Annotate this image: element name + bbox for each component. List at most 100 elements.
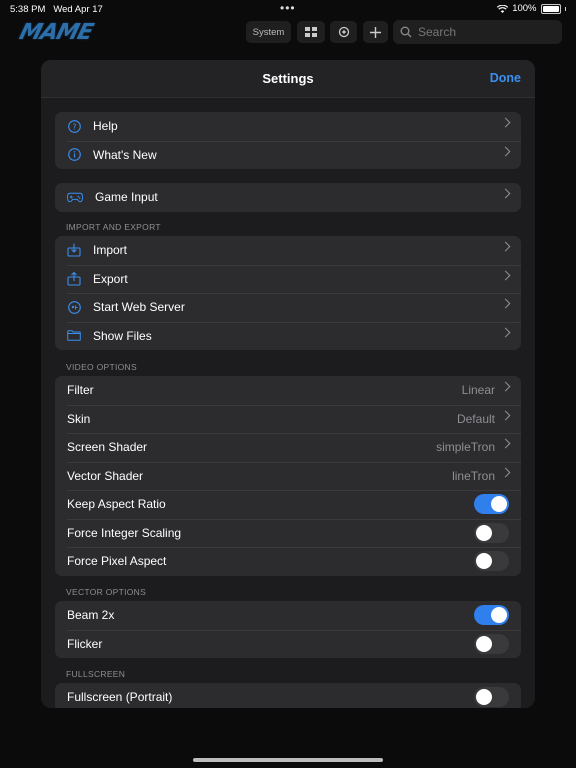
- vector-shader-value: lineTron: [452, 468, 495, 483]
- fullscreen-group: Fullscreen (Portrait): [55, 683, 521, 708]
- game-input-label: Game Input: [95, 190, 158, 205]
- toggle-knob: [476, 524, 492, 541]
- input-group: Game Input: [55, 183, 521, 212]
- help-label: Help: [93, 119, 118, 134]
- beam-label: Beam 2x: [67, 608, 115, 623]
- whats-new-label: What's New: [93, 147, 157, 162]
- filter-value: Linear: [461, 383, 495, 398]
- game-input-row[interactable]: Game Input: [55, 183, 521, 212]
- pixel-aspect-label: Force Pixel Aspect: [67, 554, 167, 569]
- filter-label: Filter: [67, 383, 94, 398]
- chevron-right-icon: [500, 146, 511, 156]
- settings-button[interactable]: [330, 21, 357, 43]
- help-group: ? Help What's New: [55, 112, 521, 169]
- chevron-right-icon: [500, 270, 511, 280]
- toggle-knob: [491, 607, 507, 623]
- status-bar: 5:38 PM Wed Apr 17 ••• 100%: [0, 0, 576, 18]
- vector-shader-label: Vector Shader: [67, 468, 144, 483]
- search-icon: [400, 26, 412, 38]
- integer-scaling-row: Force Integer Scaling: [55, 518, 521, 548]
- chevron-right-icon: [500, 188, 511, 199]
- import-row[interactable]: Import: [55, 236, 521, 265]
- svg-text:?: ?: [72, 122, 76, 131]
- flicker-row: Flicker: [55, 629, 521, 659]
- chevron-right-icon: [500, 117, 511, 128]
- info-icon: [67, 148, 81, 162]
- keep-aspect-toggle[interactable]: [474, 494, 509, 514]
- status-time-date: 5:38 PM Wed Apr 17: [10, 4, 103, 15]
- search-field[interactable]: Search: [393, 20, 562, 44]
- section-header-video: VIDEO OPTIONS: [66, 362, 137, 372]
- grid-icon: [305, 27, 317, 37]
- skin-value: Default: [456, 411, 495, 426]
- fullscreen-portrait-label: Fullscreen (Portrait): [67, 690, 173, 705]
- web-server-label: Start Web Server: [93, 300, 185, 315]
- beam-row: Beam 2x: [55, 601, 521, 630]
- vector-options-group: Beam 2x Flicker: [55, 601, 521, 658]
- skin-label: Skin: [67, 411, 91, 426]
- search-placeholder: Search: [418, 25, 457, 39]
- export-icon: [67, 271, 81, 286]
- toggle-knob: [476, 689, 492, 705]
- section-header-import-export: IMPORT AND EXPORT: [66, 222, 161, 232]
- import-icon: [67, 243, 81, 257]
- grid-view-button[interactable]: [297, 21, 325, 43]
- chevron-right-icon: [500, 381, 511, 392]
- toggle-knob: [476, 635, 492, 652]
- settings-title: Settings: [262, 71, 314, 86]
- battery-percent: 100%: [512, 3, 537, 14]
- chevron-right-icon: [500, 327, 511, 337]
- screen-shader-label: Screen Shader: [67, 440, 148, 455]
- web-server-row[interactable]: Start Web Server: [55, 293, 521, 322]
- vector-shader-row[interactable]: Vector Shader lineTron: [55, 461, 521, 491]
- question-icon: ?: [67, 119, 81, 133]
- help-row[interactable]: ? Help: [55, 112, 521, 141]
- beam-toggle[interactable]: [474, 605, 509, 625]
- server-icon: [67, 300, 81, 314]
- pixel-aspect-toggle[interactable]: [474, 551, 509, 571]
- home-indicator[interactable]: [193, 758, 383, 762]
- wifi-icon: [497, 4, 509, 13]
- gear-icon: [338, 26, 349, 38]
- folder-icon: [67, 329, 81, 343]
- keep-aspect-row: Keep Aspect Ratio: [55, 490, 521, 519]
- export-label: Export: [93, 271, 128, 286]
- section-header-vector: VECTOR OPTIONS: [66, 587, 147, 597]
- filter-row[interactable]: Filter Linear: [55, 376, 521, 405]
- show-files-label: Show Files: [93, 328, 152, 343]
- done-button[interactable]: Done: [490, 71, 521, 85]
- settings-navbar: Settings Done: [41, 60, 535, 98]
- status-right: 100%: [497, 3, 566, 14]
- integer-scaling-toggle[interactable]: [474, 522, 509, 543]
- pixel-aspect-row: Force Pixel Aspect: [55, 547, 521, 576]
- system-button[interactable]: System: [246, 21, 291, 43]
- toggle-knob: [491, 496, 507, 512]
- fullscreen-portrait-toggle[interactable]: [474, 687, 509, 707]
- import-export-group: Import Export Start Web Server Show File…: [55, 236, 521, 350]
- export-row[interactable]: Export: [55, 264, 521, 294]
- whats-new-row[interactable]: What's New: [55, 140, 521, 170]
- keep-aspect-label: Keep Aspect Ratio: [67, 497, 166, 512]
- show-files-row[interactable]: Show Files: [55, 321, 521, 351]
- section-header-fullscreen: FULLSCREEN: [66, 669, 126, 679]
- flicker-label: Flicker: [67, 636, 103, 651]
- mame-logo: MAME: [16, 20, 96, 45]
- add-button[interactable]: [363, 21, 388, 43]
- toggle-knob: [476, 553, 492, 569]
- battery-icon: [540, 3, 561, 14]
- chevron-right-icon: [500, 241, 511, 252]
- screen-shader-row[interactable]: Screen Shader simpleTron: [55, 433, 521, 462]
- flicker-toggle[interactable]: [474, 633, 509, 654]
- integer-scaling-label: Force Integer Scaling: [67, 525, 182, 540]
- chevron-right-icon: [500, 410, 511, 420]
- settings-sheet: Settings Done ? Help What's New Game Inp…: [41, 60, 535, 708]
- multitasking-dots-icon[interactable]: •••: [280, 1, 296, 15]
- skin-row[interactable]: Skin Default: [55, 404, 521, 434]
- fullscreen-portrait-row: Fullscreen (Portrait): [55, 683, 521, 708]
- chevron-right-icon: [500, 438, 511, 449]
- video-options-group: Filter Linear Skin Default Screen Shader…: [55, 376, 521, 576]
- plus-icon: [370, 26, 381, 38]
- chevron-right-icon: [500, 467, 511, 477]
- gamecontroller-icon: [67, 190, 83, 204]
- import-label: Import: [93, 243, 128, 258]
